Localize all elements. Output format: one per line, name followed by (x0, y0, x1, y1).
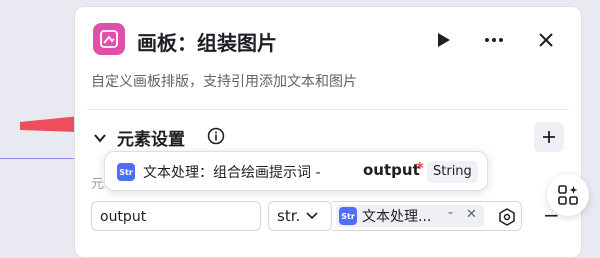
reference-chip[interactable]: Str 文本处理... - ✕ (336, 205, 484, 227)
text-processing-icon: Str (339, 207, 357, 225)
type-select-value: str. (277, 207, 301, 225)
tooltip-text: 文本处理：组合绘画提示词 - (143, 165, 321, 181)
run-button[interactable] (431, 27, 457, 53)
section-title: 元素设置 (117, 130, 185, 150)
divider (87, 109, 569, 110)
chevron-down-icon (306, 212, 318, 220)
element-column-label: 元 (91, 177, 105, 192)
node-description: 自定义画板排版，支持引用添加文本和图片 (91, 74, 357, 90)
close-icon[interactable]: ✕ (466, 207, 477, 222)
canvas-icon (93, 23, 125, 55)
required-mark: * (416, 159, 424, 177)
tooltip-output: output (363, 161, 420, 179)
type-select[interactable]: str. (268, 201, 332, 231)
type-badge: String (427, 161, 478, 183)
node-panel: 画板：组装图片 自定义画板排版，支持引用添加文本和图片 元素设置 元 outpu… (74, 6, 582, 258)
close-icon (539, 33, 553, 47)
more-button[interactable] (481, 27, 507, 53)
reference-tooltip: Str 文本处理：组合绘画提示词 - output * String (104, 151, 488, 191)
plus-icon (543, 131, 555, 143)
play-icon (438, 33, 450, 47)
add-element-button[interactable] (534, 122, 564, 152)
app-grid-icon (558, 185, 578, 205)
element-name-input[interactable]: output (91, 201, 261, 231)
node-title: 画板：组装图片 (137, 31, 277, 55)
chevron-down-icon[interactable] (93, 131, 107, 145)
canvas-edge-line (0, 158, 74, 159)
app-grid-button[interactable] (547, 174, 589, 216)
info-icon[interactable] (207, 127, 225, 145)
more-icon (485, 38, 503, 42)
close-button[interactable] (533, 27, 559, 53)
reference-chip-dash: - (448, 205, 454, 221)
reference-chip-label: 文本处理... (362, 209, 432, 225)
reference-field[interactable]: Str 文本处理... - ✕ (332, 201, 522, 231)
variable-icon[interactable] (498, 208, 516, 226)
text-processing-icon: Str (117, 163, 135, 181)
